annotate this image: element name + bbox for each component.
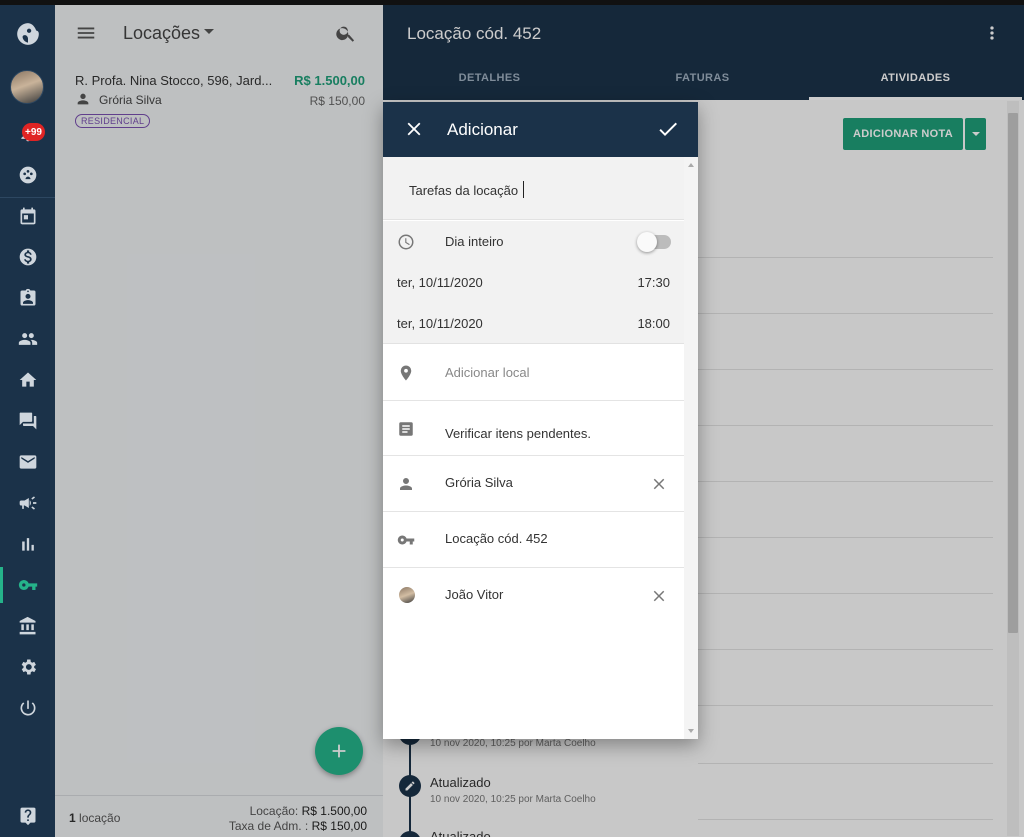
megaphone-icon xyxy=(19,496,36,510)
dollar-icon xyxy=(19,248,36,266)
sidebar-item-reports[interactable] xyxy=(0,526,55,562)
palette-icon xyxy=(19,166,36,184)
sidebar-item-bank[interactable] xyxy=(0,608,55,644)
dialog-close-button[interactable] xyxy=(403,118,425,140)
contact-row[interactable]: Grória Silva xyxy=(383,456,684,512)
people-icon xyxy=(18,333,37,345)
start-date[interactable]: ter, 10/11/2020 xyxy=(397,275,483,290)
add-task-dialog: Adicionar Dia inteiro ter, 10/11/2020 17… xyxy=(383,102,698,739)
contact-name: Grória Silva xyxy=(445,475,513,490)
help-icon xyxy=(20,807,35,826)
person-icon xyxy=(397,475,415,493)
power-icon xyxy=(20,700,36,716)
sidebar-item-contracts[interactable] xyxy=(0,280,55,316)
scroll-up-icon[interactable] xyxy=(688,163,694,167)
sidebar-item-mail[interactable] xyxy=(0,444,55,480)
clipboard-icon xyxy=(20,288,35,306)
all-day-label: Dia inteiro xyxy=(445,234,504,249)
date-section: Dia inteiro ter, 10/11/2020 17:30 ter, 1… xyxy=(383,221,684,344)
key-icon xyxy=(18,580,37,590)
linked-record-name: Locação cód. 452 xyxy=(445,531,548,546)
sidebar-item-chat[interactable] xyxy=(0,403,55,439)
remove-contact-button[interactable] xyxy=(650,475,668,493)
end-date[interactable]: ter, 10/11/2020 xyxy=(397,316,483,331)
description-field[interactable]: Verificar itens pendentes. xyxy=(383,401,684,456)
home-icon xyxy=(19,372,36,387)
dialog-scrollbar[interactable] xyxy=(684,157,698,739)
logo-icon xyxy=(16,23,39,45)
sidebar-item-marketing[interactable] xyxy=(0,485,55,521)
gear-icon xyxy=(21,659,36,675)
check-icon xyxy=(659,122,677,136)
user-avatar[interactable] xyxy=(10,70,44,104)
text-cursor xyxy=(523,181,524,198)
notifications-badge: +99 xyxy=(22,123,45,141)
clock-icon xyxy=(397,233,415,251)
sidebar-item-finance[interactable] xyxy=(0,239,55,275)
description-text: Verificar itens pendentes. xyxy=(445,426,591,441)
calendar-icon xyxy=(20,207,35,225)
app-logo[interactable] xyxy=(0,14,55,54)
remove-assignee-button[interactable] xyxy=(650,587,668,605)
close-icon xyxy=(653,478,665,490)
mail-icon xyxy=(19,455,36,469)
sidebar-item-people[interactable] xyxy=(0,321,55,357)
assignee-row[interactable]: João Vitor xyxy=(383,568,684,624)
location-field[interactable]: Adicionar local xyxy=(383,345,684,401)
dialog-confirm-button[interactable] xyxy=(656,117,680,141)
dialog-header: Adicionar xyxy=(383,102,698,157)
dialog-body: Dia inteiro ter, 10/11/2020 17:30 ter, 1… xyxy=(383,157,684,739)
sidebar-item-calendar[interactable] xyxy=(0,198,55,234)
start-time[interactable]: 17:30 xyxy=(637,275,670,290)
key-icon xyxy=(397,531,415,549)
bar-chart-icon xyxy=(21,538,34,551)
logout-button[interactable] xyxy=(0,690,55,726)
assignee-avatar xyxy=(399,587,415,603)
sidebar-item-properties[interactable] xyxy=(0,362,55,398)
linked-record-row[interactable]: Locação cód. 452 xyxy=(383,512,684,568)
scroll-down-icon[interactable] xyxy=(688,729,694,733)
close-icon xyxy=(407,122,421,136)
location-placeholder: Adicionar local xyxy=(445,365,530,380)
bank-icon xyxy=(19,616,35,635)
app-sidebar: +99 xyxy=(0,5,55,837)
chat-icon xyxy=(19,412,36,430)
sidebar-item-locacoes[interactable] xyxy=(0,567,55,603)
help-button[interactable] xyxy=(0,798,55,834)
close-icon xyxy=(653,590,665,602)
notes-icon xyxy=(397,420,415,438)
assignee-name: João Vitor xyxy=(445,587,504,602)
location-pin-icon xyxy=(397,364,415,382)
sidebar-item-settings[interactable] xyxy=(0,649,55,685)
task-title-field xyxy=(383,157,684,220)
dialog-title: Adicionar xyxy=(447,120,518,139)
task-title-input[interactable] xyxy=(409,183,659,198)
all-day-toggle[interactable] xyxy=(637,232,671,252)
end-time[interactable]: 18:00 xyxy=(637,316,670,331)
toggle-knob xyxy=(637,232,657,252)
sidebar-item-palette[interactable] xyxy=(0,157,55,193)
